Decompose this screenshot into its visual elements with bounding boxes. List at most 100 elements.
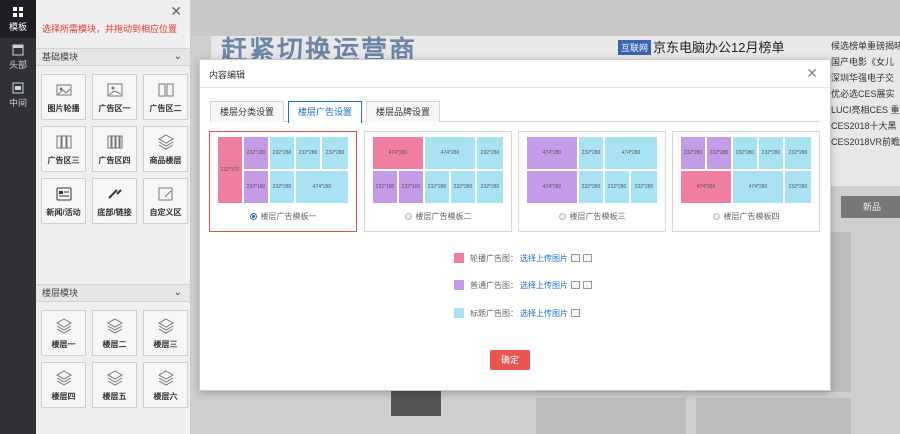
module-tile-label: 广告区一 <box>98 103 131 113</box>
module-tile[interactable]: 广告区三 <box>41 126 86 172</box>
basic-module-grid: 图片轮播 广告区一 广告区二广告区三 广告区四 商品楼层新闻/活动 底部/链接 自定义区 <box>36 66 190 224</box>
image-icon[interactable] <box>571 309 580 317</box>
template-block: 474*280 <box>681 171 731 203</box>
layers-icon <box>55 317 72 334</box>
module-tile-label: 广告区三 <box>47 155 80 165</box>
radio-button[interactable] <box>249 213 257 220</box>
module-tile-label: 新闻/活动 <box>46 207 81 217</box>
ad-area-two-icon <box>158 83 173 96</box>
module-tile[interactable]: 广告区四 <box>92 126 137 172</box>
ad-template-option[interactable]: 474*280 474*280 232*280 474*280 232*280 232*2… <box>518 131 666 232</box>
tab-floor-ad[interactable]: 楼层广告设置 <box>288 101 362 123</box>
chevron-down-icon[interactable]: ⌄ <box>174 49 182 65</box>
radio-button[interactable] <box>404 213 412 220</box>
ad-template-option[interactable]: 474*280 232*180 232*180 474*280 232*280 232*2… <box>364 131 512 232</box>
template-block: 232*280 <box>579 137 603 169</box>
module-tile[interactable]: 图片轮播 <box>41 74 86 120</box>
template-block: 474*280 <box>425 137 475 169</box>
module-tile-label: 底部/链接 <box>97 207 132 217</box>
template-block: 232*180 <box>399 171 423 203</box>
rail-label: 中间 <box>8 97 27 108</box>
layers-icon <box>55 369 72 386</box>
template-block: 232*180 <box>244 137 268 169</box>
rail-item-middle[interactable]: 中间 <box>0 76 36 114</box>
module-tile[interactable]: 广告区二 <box>143 74 188 120</box>
floor-tile-label: 楼层五 <box>102 391 127 401</box>
template-radio-row[interactable]: 楼层广告模板四 <box>673 211 819 222</box>
floor-tile[interactable]: 楼层四 <box>41 362 86 408</box>
floor-tile-label: 楼层二 <box>102 339 127 349</box>
image-carousel-icon <box>56 84 71 95</box>
floor-tile[interactable]: 楼层二 <box>92 310 137 356</box>
image-icon[interactable] <box>583 254 592 262</box>
template-block: 232*180 <box>373 171 397 203</box>
module-tile[interactable]: 广告区一 <box>92 74 137 120</box>
upload-image-link[interactable]: 选择上传图片 <box>520 280 568 291</box>
radio-button[interactable] <box>558 213 566 220</box>
module-tile[interactable]: 新闻/活动 <box>41 178 86 224</box>
template-block: 232*280 <box>733 137 757 169</box>
floor-tile[interactable]: 楼层五 <box>92 362 137 408</box>
floor-tile[interactable]: 楼层六 <box>143 362 188 408</box>
ad-template-option[interactable]: 232*370 232*180 232*180 232*280 232*280 232*2… <box>209 131 357 232</box>
module-tile[interactable]: 商品楼层 <box>143 126 188 172</box>
template-preview: 232*280 232*280 232*280 232*280 232*280 474*2… <box>681 137 811 203</box>
ad-template-option[interactable]: 232*280 232*280 232*280 232*280 232*280 474*2… <box>672 131 820 232</box>
template-block: 232*280 <box>451 171 475 203</box>
floor-tile-label: 楼层一 <box>51 339 76 349</box>
site-news-item: LUCI亮相CES 重 <box>831 105 900 115</box>
legend-label: 标题广告图： <box>470 308 518 318</box>
template-block: 474*280 <box>296 171 348 203</box>
site-news-item: CES2018VR前瞻 <box>831 137 900 147</box>
template-block: 232*280 <box>270 137 294 169</box>
basic-modules-title[interactable]: 基础模块 ⌄ <box>36 48 190 66</box>
image-icon[interactable] <box>571 254 580 262</box>
template-block: 474*280 <box>605 137 657 169</box>
template-preview: 232*370 232*180 232*180 232*280 232*280 232*2… <box>218 137 348 203</box>
template-block: 232*280 <box>759 137 783 169</box>
site-card <box>696 398 851 434</box>
template-label: 楼层广告模板一 <box>260 212 317 221</box>
close-icon[interactable]: ✕ <box>806 65 818 82</box>
rail-label: 模板 <box>8 21 27 32</box>
template-block: 232*280 <box>296 137 320 169</box>
template-radio-row[interactable]: 楼层广告模板二 <box>365 211 511 222</box>
module-tile[interactable]: 自定义区 <box>143 178 188 224</box>
chevron-down-icon[interactable]: ⌄ <box>174 285 182 301</box>
tab-floor-brand[interactable]: 楼层品牌设置 <box>366 101 440 122</box>
template-block: 474*280 <box>527 137 577 169</box>
site-news-list: 候选榜单重磅揭晓 国产电影《女儿 深圳华强电子交 优必选CES展实 LUCI亮相CES … <box>831 38 900 150</box>
color-swatch <box>454 280 464 290</box>
site-news-item: 优必选CES展实 <box>831 89 895 99</box>
template-block: 232*180 <box>244 171 268 203</box>
site-card <box>536 398 686 434</box>
close-icon[interactable]: ✕ <box>170 4 182 18</box>
legend-label: 普通广告图： <box>470 280 518 290</box>
image-icon[interactable] <box>583 281 592 289</box>
template-label: 楼层广告模板四 <box>723 212 780 221</box>
upload-image-link[interactable]: 选择上传图片 <box>520 308 568 319</box>
floor-modules-title[interactable]: 楼层模块 ⌄ <box>36 284 190 302</box>
confirm-button[interactable]: 确定 <box>490 350 530 370</box>
template-radio-row[interactable]: 楼层广告模板三 <box>519 211 665 222</box>
module-tile[interactable]: 底部/链接 <box>92 178 137 224</box>
module-tile-label: 图片轮播 <box>47 103 80 113</box>
rail-item-header[interactable]: 头部 <box>0 38 36 76</box>
tab-floor-category[interactable]: 楼层分类设置 <box>210 101 284 122</box>
modal-tabs: 楼层分类设置 楼层广告设置 楼层品牌设置 <box>210 101 820 123</box>
floor-tile[interactable]: 楼层一 <box>41 310 86 356</box>
grid-icon <box>13 6 23 17</box>
module-tile-label: 自定义区 <box>149 207 182 217</box>
site-tag: 互联网 <box>618 40 652 55</box>
template-block: 232*280 <box>477 137 503 169</box>
upload-image-link[interactable]: 选择上传图片 <box>520 253 568 264</box>
modal-title: 内容编辑 <box>209 70 246 80</box>
template-block: 232*280 <box>707 137 731 169</box>
rail-item-template[interactable]: 模板 <box>0 0 36 38</box>
image-icon[interactable] <box>571 281 580 289</box>
template-block: 232*280 <box>322 137 348 169</box>
template-block: 232*280 <box>785 137 811 169</box>
radio-button[interactable] <box>712 213 720 220</box>
floor-tile[interactable]: 楼层三 <box>143 310 188 356</box>
template-radio-row[interactable]: 楼层广告模板一 <box>210 211 356 222</box>
